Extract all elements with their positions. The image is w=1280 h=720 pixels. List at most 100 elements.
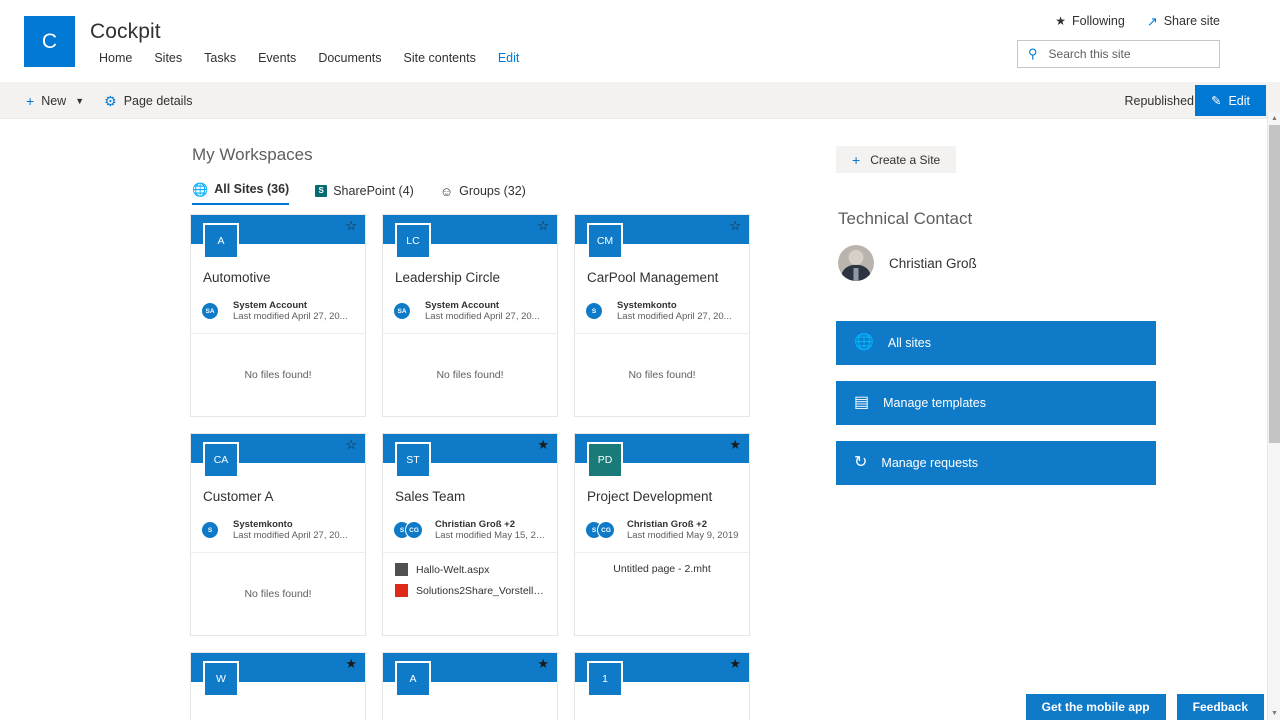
- globe-icon: 🌐: [192, 181, 209, 197]
- site-card[interactable]: ★ PD Project Development S CG Christian Groß …: [574, 433, 750, 636]
- site-card[interactable]: ★ W: [190, 652, 366, 720]
- site-card[interactable]: ☆ A Automotive SA System Account Last modifie…: [190, 214, 366, 417]
- persona-group: S: [201, 521, 225, 539]
- site-card[interactable]: ☆ CM CarPool Management S Systemkonto Last mo…: [574, 214, 750, 417]
- star-outline-icon[interactable]: ☆: [345, 438, 357, 451]
- persona-avatar: CG: [597, 521, 615, 539]
- file-name[interactable]: Untitled page - 2.mht: [587, 563, 737, 575]
- sidebar-actions: 🌐 All sites ▤ Manage templates ↻ Manage …: [836, 321, 1156, 485]
- create-site-button[interactable]: + Create a Site: [836, 146, 957, 173]
- no-files-label: No files found!: [244, 588, 312, 600]
- site-card[interactable]: ★ ST Sales Team S CG Christian Groß +2 Last mo…: [382, 433, 558, 636]
- persona-avatar: SA: [393, 302, 411, 320]
- scroll-up-icon[interactable]: ▲: [1268, 112, 1280, 125]
- sharepoint-icon: S: [315, 185, 328, 197]
- manage-requests-button[interactable]: ↻ Manage requests: [836, 441, 1156, 485]
- no-files-label: No files found!: [244, 369, 312, 381]
- scroll-down-icon[interactable]: ▼: [1268, 707, 1280, 720]
- site-card-meta-text: System Account Last modified April 27, 20…: [425, 300, 540, 322]
- site-card-title: Leadership Circle: [395, 270, 501, 285]
- all-sites-label: All sites: [887, 336, 931, 350]
- site-card[interactable]: ☆ LC Leadership Circle SA System Account Last…: [382, 214, 558, 417]
- site-card-title: Automotive: [203, 270, 271, 285]
- page-root: C Cockpit Home Sites Tasks Events Docume…: [0, 0, 1280, 720]
- page-details-label: Page details: [123, 93, 193, 108]
- sidebar-column: + Create a Site Technical Contact Christ…: [836, 119, 1156, 485]
- pencil-icon: ✎: [1210, 94, 1222, 108]
- star-filled-icon[interactable]: ★: [345, 657, 357, 670]
- file-row[interactable]: Hallo-Welt.aspx: [395, 563, 545, 576]
- modified-date: Last modified April 27, 20...: [617, 311, 732, 322]
- site-card-grid: ☆ A Automotive SA System Account Last modifie…: [190, 214, 750, 720]
- share-site-button[interactable]: ↗ Share site: [1147, 14, 1220, 28]
- persona-avatar: SA: [201, 302, 219, 320]
- modified-date: Last modified April 27, 20...: [425, 311, 540, 322]
- site-card-avatar: CM: [587, 223, 623, 259]
- aspx-file-icon: [395, 563, 408, 576]
- command-bar-left: + New ▼ ⚙ Page details: [16, 82, 203, 119]
- site-card-meta: S CG Christian Groß +2 Last modified May 15…: [393, 519, 547, 541]
- avatar: [838, 245, 874, 281]
- no-files-label: No files found!: [436, 369, 504, 381]
- modified-by: System Account: [425, 300, 500, 311]
- modified-by: Systemkonto: [617, 300, 677, 311]
- nav-item-edit[interactable]: Edit: [487, 49, 531, 67]
- all-sites-button[interactable]: 🌐 All sites: [836, 321, 1156, 365]
- scrollbar[interactable]: ▲ ▼: [1267, 112, 1280, 720]
- site-card-title: Sales Team: [395, 489, 466, 504]
- nav-item-documents[interactable]: Documents: [307, 49, 392, 67]
- scrollbar-thumb[interactable]: [1269, 125, 1280, 443]
- site-card-avatar: PD: [587, 442, 623, 478]
- star-filled-icon[interactable]: ★: [537, 438, 549, 451]
- star-outline-icon[interactable]: ☆: [537, 219, 549, 232]
- star-filled-icon[interactable]: ★: [729, 438, 741, 451]
- nav-item-events[interactable]: Events: [247, 49, 307, 67]
- site-card-files: No files found!: [191, 333, 365, 416]
- site-logo[interactable]: C: [24, 16, 75, 67]
- command-bar: + New ▼ ⚙ Page details Republished ✎ Edi…: [0, 82, 1280, 119]
- new-button[interactable]: + New ▼: [16, 82, 94, 119]
- persona-avatar: S: [201, 521, 219, 539]
- nav-item-site-contents[interactable]: Site contents: [393, 49, 487, 67]
- site-card-banner: ★ W: [191, 653, 365, 697]
- feedback-button[interactable]: Feedback: [1176, 694, 1264, 720]
- persona-group: S CG: [393, 521, 427, 539]
- nav-item-tasks[interactable]: Tasks: [193, 49, 247, 67]
- search-input[interactable]: [1046, 46, 1209, 62]
- tab-sharepoint[interactable]: S SharePoint (4): [315, 184, 414, 205]
- site-card-meta: SA System Account Last modified April 27, …: [393, 300, 547, 322]
- nav-item-sites[interactable]: Sites: [143, 49, 193, 67]
- site-card-title: [203, 708, 353, 720]
- star-filled-icon[interactable]: ★: [729, 657, 741, 670]
- search-icon: ⚲: [1028, 46, 1038, 61]
- edit-page-button[interactable]: ✎ Edit: [1195, 85, 1266, 116]
- star-outline-icon[interactable]: ☆: [345, 219, 357, 232]
- search-box[interactable]: ⚲: [1017, 40, 1220, 68]
- page-details-button[interactable]: ⚙ Page details: [94, 82, 202, 119]
- tab-all-sites-label: All Sites (36): [214, 182, 290, 196]
- modified-date: Last modified April 27, 20...: [233, 311, 348, 322]
- modified-by: System Account: [233, 300, 308, 311]
- site-card-meta-text: Systemkonto Last modified April 27, 20...: [617, 300, 732, 322]
- nav-item-home[interactable]: Home: [88, 49, 143, 67]
- star-outline-icon[interactable]: ☆: [729, 219, 741, 232]
- persona-avatar: S: [585, 302, 603, 320]
- manage-templates-button[interactable]: ▤ Manage templates: [836, 381, 1156, 425]
- plus-icon: +: [26, 92, 35, 109]
- following-label: Following: [1072, 14, 1125, 28]
- create-site-label: Create a Site: [870, 152, 941, 167]
- site-card[interactable]: ☆ CA Customer A S Systemkonto Last modified A…: [190, 433, 366, 636]
- site-card[interactable]: ★ 1: [574, 652, 750, 720]
- mobile-app-button[interactable]: Get the mobile app: [1025, 694, 1166, 720]
- tab-groups[interactable]: ☺ Groups (32): [440, 184, 526, 205]
- following-button[interactable]: ★ Following: [1055, 14, 1125, 28]
- site-card-meta: S Systemkonto Last modified April 27, 20..…: [201, 519, 355, 541]
- persona-group: S: [585, 302, 609, 320]
- star-filled-icon[interactable]: ★: [537, 657, 549, 670]
- pdf-file-icon: [395, 584, 408, 597]
- site-card[interactable]: ★ A: [382, 652, 558, 720]
- site-card-meta-text: Christian Groß +2 Last modified May 9, 20…: [627, 519, 738, 541]
- site-card-avatar: 1: [587, 661, 623, 697]
- file-row[interactable]: Solutions2Share_Vorstellung...: [395, 584, 545, 597]
- tab-all-sites[interactable]: 🌐 All Sites (36): [192, 181, 290, 205]
